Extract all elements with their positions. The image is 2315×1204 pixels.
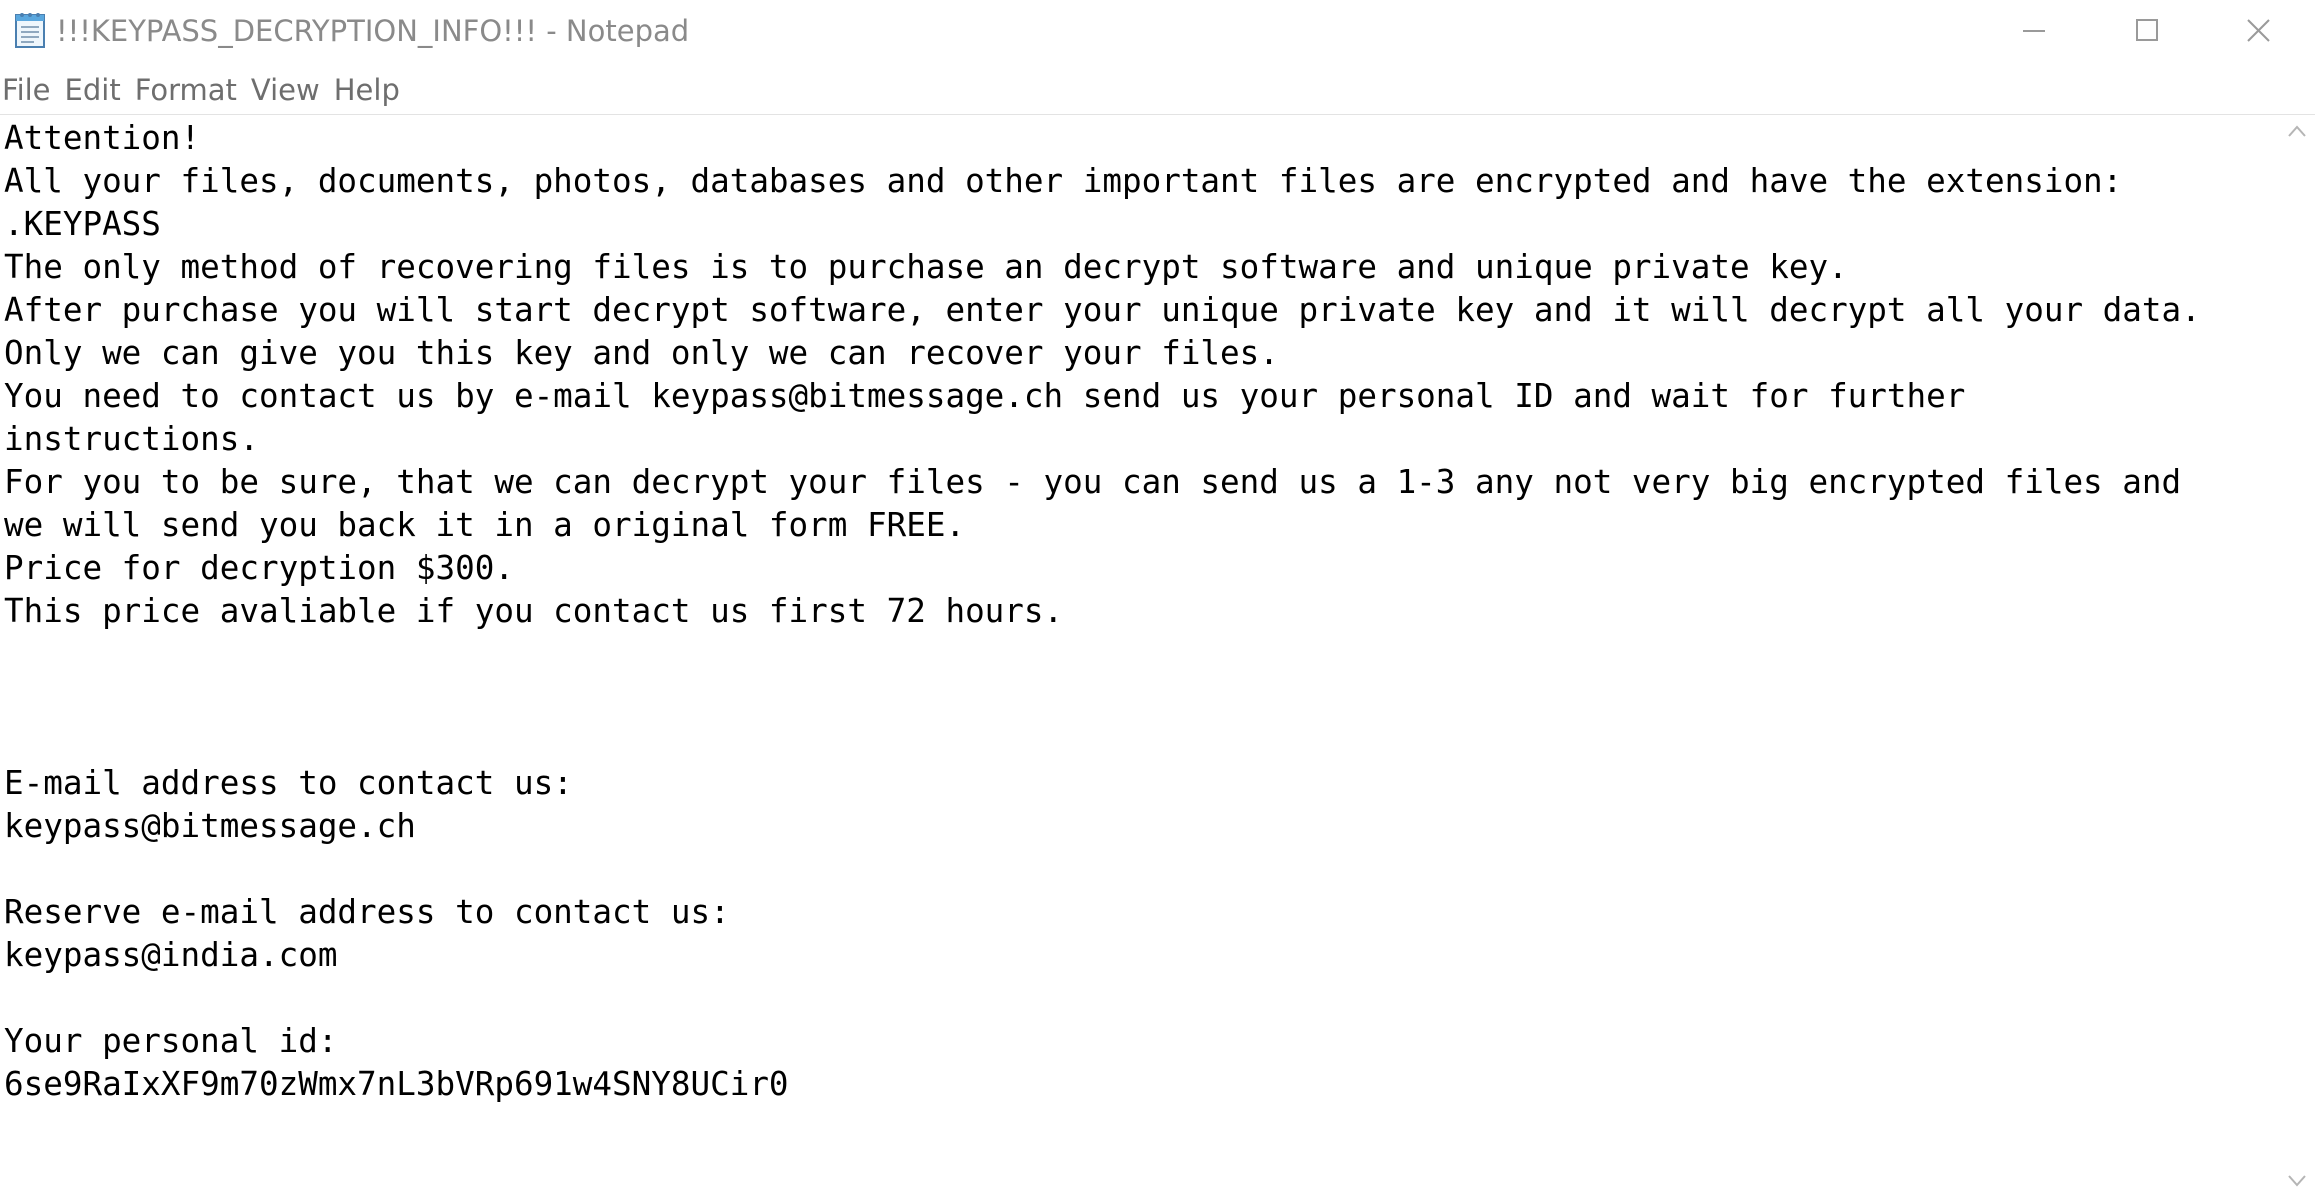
document-line: 6se9RaIxXF9m70zWmx7nL3bVRp691w4SNY8UCir0 xyxy=(4,1065,789,1103)
menu-file[interactable]: File xyxy=(0,66,54,114)
notepad-icon[interactable] xyxy=(12,10,50,50)
document-line: After purchase you will start decrypt so… xyxy=(4,291,2201,329)
menu-edit[interactable]: Edit xyxy=(62,66,124,114)
menu-help[interactable]: Help xyxy=(331,66,403,114)
document-line: For you to be sure, that we can decrypt … xyxy=(4,463,2182,501)
document-text[interactable]: Attention! All your files, documents, ph… xyxy=(0,117,2201,1106)
document-line: Your personal id: xyxy=(4,1022,338,1060)
window-title: !!!KEYPASS_DECRYPTION_INFO!!! - Notepad xyxy=(56,14,690,48)
close-icon xyxy=(2247,19,2270,42)
document-line: Only we can give you this key and only w… xyxy=(4,334,1279,372)
document-line: .KEYPASS xyxy=(4,205,161,243)
document-line: E-mail address to contact us: xyxy=(4,764,573,802)
close-button[interactable] xyxy=(2203,0,2315,60)
vertical-scrollbar[interactable] xyxy=(2280,115,2315,1204)
menu-bar: File Edit Format View Help xyxy=(0,66,2315,114)
document-line: Price for decryption $300. xyxy=(4,549,514,587)
maximize-icon xyxy=(2136,19,2158,41)
document-line: The only method of recovering files is t… xyxy=(4,248,1848,286)
document-line: All your files, documents, photos, datab… xyxy=(4,162,2123,200)
minimize-button[interactable] xyxy=(1978,0,2090,60)
minimize-icon xyxy=(2023,30,2045,32)
menu-view[interactable]: View xyxy=(248,66,323,114)
document-line: we will send you back it in a original f… xyxy=(4,506,966,544)
scroll-down-arrow-icon[interactable] xyxy=(2286,1173,2308,1193)
maximize-button[interactable] xyxy=(2090,0,2202,60)
scroll-up-arrow-icon[interactable] xyxy=(2286,123,2308,143)
document-line: instructions. xyxy=(4,420,259,458)
document-line: Attention! xyxy=(4,119,201,157)
document-line: keypass@bitmessage.ch xyxy=(4,807,416,845)
menu-format[interactable]: Format xyxy=(132,66,240,114)
text-editor-area[interactable]: Attention! All your files, documents, ph… xyxy=(0,115,2280,1204)
title-bar[interactable]: !!!KEYPASS_DECRYPTION_INFO!!! - Notepad xyxy=(0,0,2315,62)
document-line: This price avaliable if you contact us f… xyxy=(4,592,1064,630)
document-line: You need to contact us by e-mail keypass… xyxy=(4,377,1966,415)
document-line: keypass@india.com xyxy=(4,936,338,974)
document-line: Reserve e-mail address to contact us: xyxy=(4,893,730,931)
